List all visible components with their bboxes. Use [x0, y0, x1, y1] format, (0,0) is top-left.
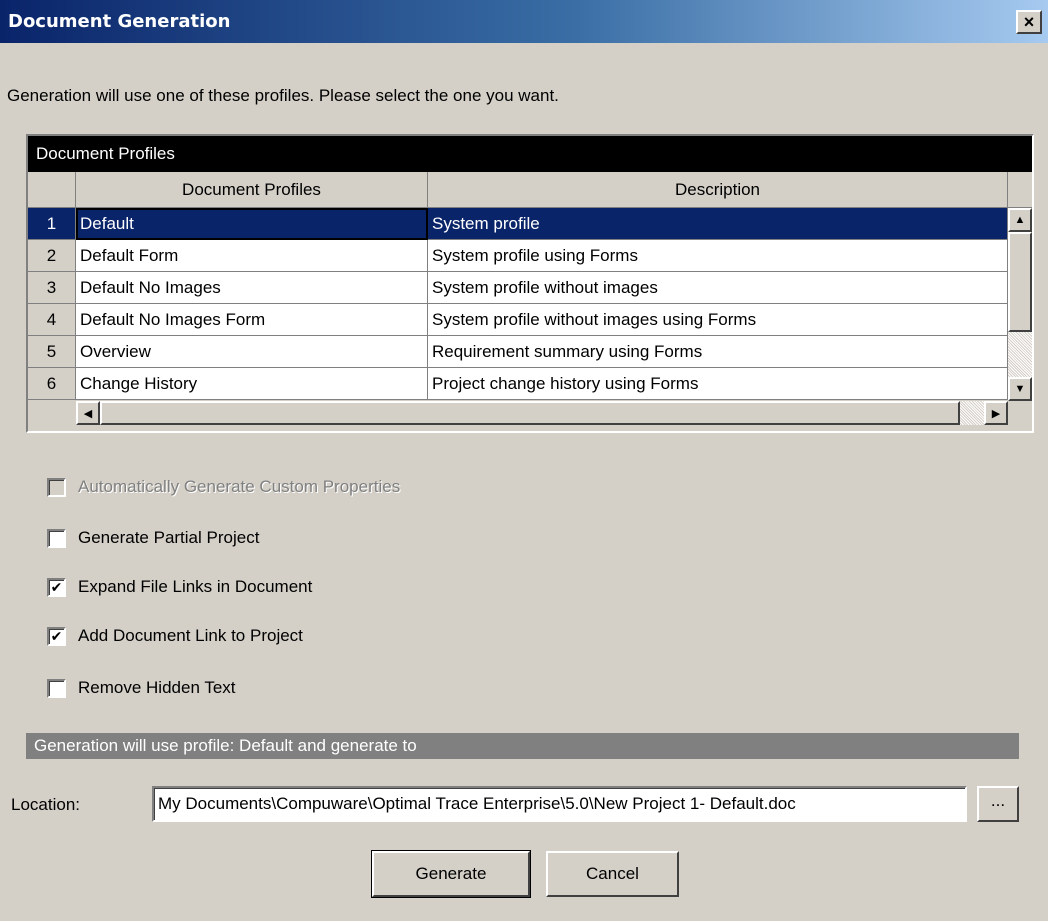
row-number[interactable]: 3	[28, 272, 76, 304]
grid-caption: Document Profiles	[28, 136, 1032, 172]
expand-file-links-label[interactable]: Expand File Links in Document	[78, 577, 312, 597]
add-document-link-option[interactable]: ✔ Add Document Link to Project	[47, 624, 303, 648]
profile-description-cell[interactable]: System profile	[428, 208, 1008, 240]
profile-name-cell[interactable]: Change History	[76, 368, 428, 400]
vertical-scrollbar[interactable]: ▲ ▼	[1008, 208, 1032, 401]
arrow-up-icon: ▲	[1014, 214, 1026, 226]
location-label: Location:	[11, 795, 80, 814]
profile-name-cell[interactable]: Default	[76, 208, 428, 240]
close-icon: ×	[1023, 12, 1035, 32]
profile-name-cell[interactable]: Overview	[76, 336, 428, 368]
table-row[interactable]: 4 Default No Images Form System profile wi…	[28, 304, 1008, 336]
row-number[interactable]: 1	[28, 208, 76, 240]
arrow-left-icon: ◀	[83, 407, 93, 420]
add-document-link-label[interactable]: Add Document Link to Project	[78, 626, 303, 646]
arrow-down-icon: ▼	[1014, 383, 1026, 395]
partial-project-checkbox[interactable]	[47, 528, 66, 548]
row-number[interactable]: 4	[28, 304, 76, 336]
header-filler	[1008, 172, 1032, 208]
row-number[interactable]: 5	[28, 336, 76, 368]
horizontal-scroll-thumb[interactable]	[100, 401, 960, 425]
intro-text: Generation will use one of these profile…	[7, 86, 559, 105]
table-row[interactable]: 3 Default No Images System profile without…	[28, 272, 1008, 304]
column-header-profiles[interactable]: Document Profiles	[76, 172, 428, 208]
close-button[interactable]: ×	[1016, 10, 1042, 34]
arrow-right-icon: ▶	[991, 407, 1001, 420]
table-row[interactable]: 5 Overview Requirement summary using Forms	[28, 336, 1008, 368]
table-row[interactable]: 2 Default Form System profile using Forms	[28, 240, 1008, 272]
profile-name-cell[interactable]: Default No Images	[76, 272, 428, 304]
auto-custom-properties-label: Automatically Generate Custom Properties	[78, 477, 401, 496]
scroll-down-button[interactable]: ▼	[1008, 377, 1032, 401]
scroll-right-button[interactable]: ▶	[984, 401, 1008, 425]
title-bar: Document Generation ×	[0, 0, 1048, 43]
partial-project-label[interactable]: Generate Partial Project	[78, 528, 259, 548]
profile-description-cell[interactable]: Project change history using Forms	[428, 368, 1008, 400]
table-row[interactable]: 6 Change History Project change history us…	[28, 368, 1008, 400]
add-document-link-checkbox[interactable]: ✔	[47, 626, 66, 646]
grid-rows: 1 Default System profile 2 Default Form Syste…	[28, 208, 1008, 401]
horizontal-scrollbar[interactable]: ◀ ▶	[76, 401, 1008, 425]
expand-file-links-checkbox[interactable]: ✔	[47, 577, 66, 597]
profile-description-cell[interactable]: System profile using Forms	[428, 240, 1008, 272]
table-row[interactable]: 1 Default System profile	[28, 208, 1008, 240]
remove-hidden-text-checkbox[interactable]	[47, 678, 66, 698]
vertical-scroll-thumb[interactable]	[1008, 232, 1032, 332]
auto-custom-properties-checkbox	[47, 477, 66, 497]
column-header-description[interactable]: Description	[428, 172, 1008, 208]
profile-name-cell[interactable]: Default No Images Form	[76, 304, 428, 336]
scroll-left-button[interactable]: ◀	[76, 401, 100, 425]
status-text: Generation will use profile: Default and…	[26, 733, 1019, 759]
profiles-grid: Document Profiles Document Profiles Desc…	[26, 134, 1034, 433]
location-input[interactable]	[152, 786, 967, 822]
remove-hidden-text-option[interactable]: Remove Hidden Text	[47, 676, 236, 700]
profile-description-cell[interactable]: System profile without images	[428, 272, 1008, 304]
profile-name-cell[interactable]: Default Form	[76, 240, 428, 272]
profile-description-cell[interactable]: System profile without images using Form…	[428, 304, 1008, 336]
profile-description-cell[interactable]: Requirement summary using Forms	[428, 336, 1008, 368]
scroll-up-button[interactable]: ▲	[1008, 208, 1032, 232]
generate-button[interactable]: Generate	[371, 850, 531, 898]
cancel-button[interactable]: Cancel	[546, 851, 679, 897]
browse-button[interactable]: ...	[977, 786, 1019, 822]
remove-hidden-text-label[interactable]: Remove Hidden Text	[78, 678, 236, 698]
auto-custom-properties-option: Automatically Generate Custom Properties	[47, 475, 400, 499]
row-number[interactable]: 6	[28, 368, 76, 400]
expand-file-links-option[interactable]: ✔ Expand File Links in Document	[47, 575, 312, 599]
row-number[interactable]: 2	[28, 240, 76, 272]
window-title: Document Generation	[8, 11, 231, 32]
row-header-corner	[28, 172, 76, 208]
partial-project-option[interactable]: Generate Partial Project	[47, 526, 259, 550]
